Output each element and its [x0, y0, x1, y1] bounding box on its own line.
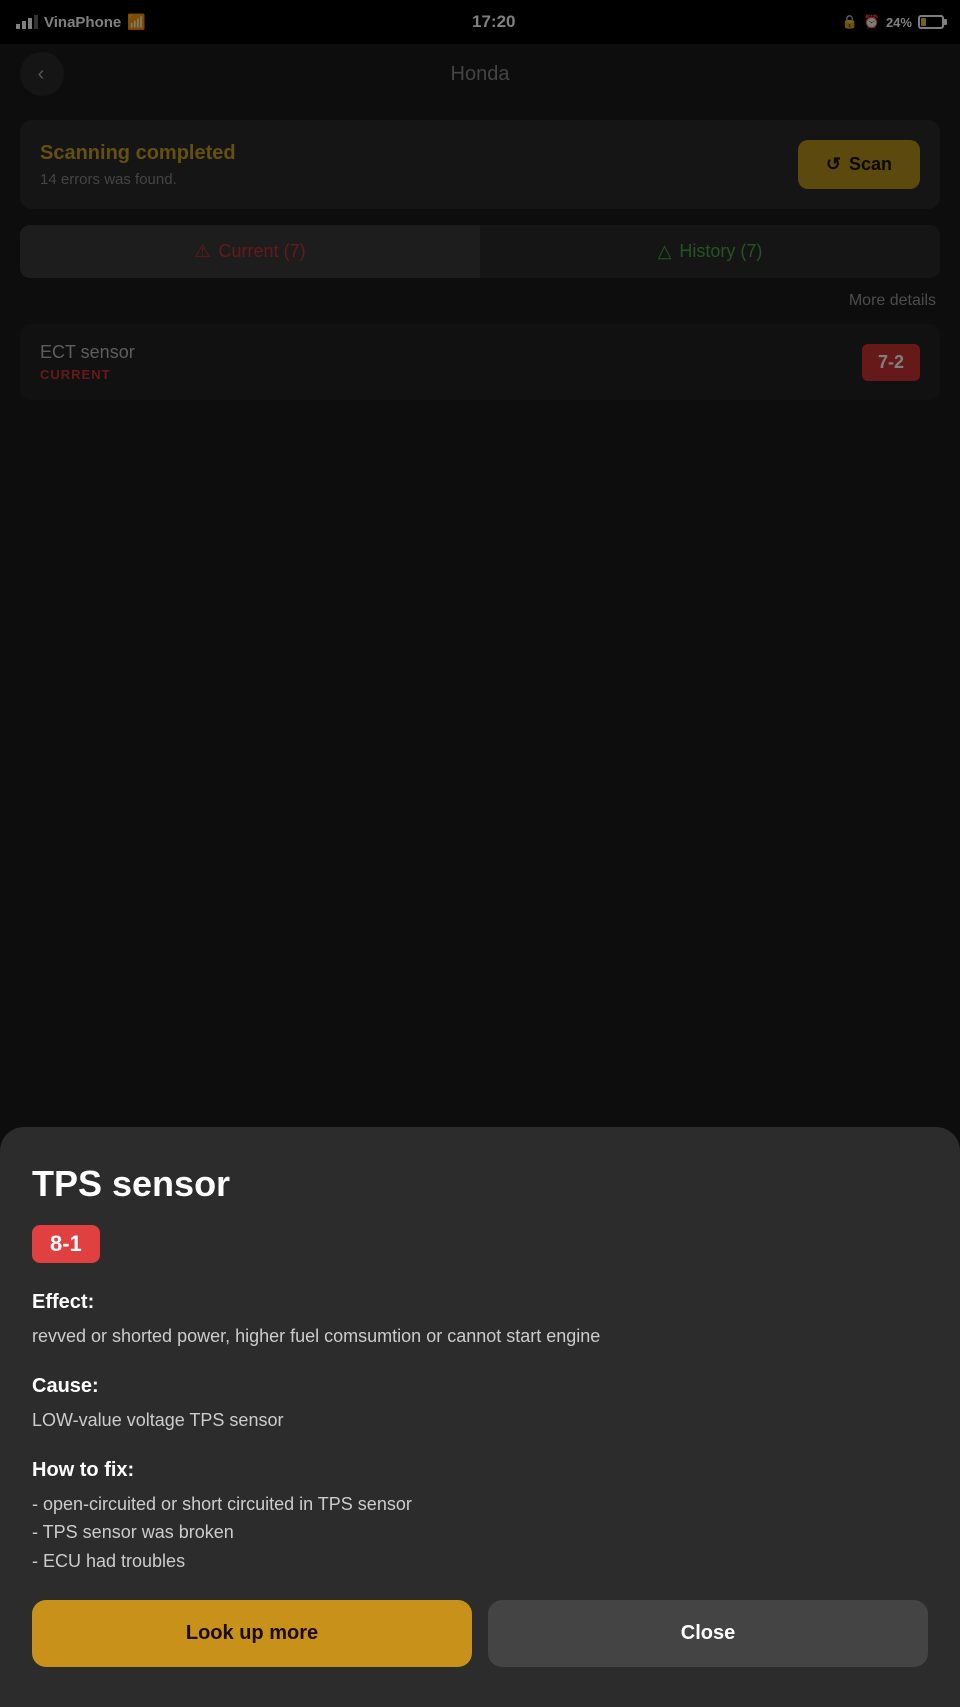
- sheet-actions: Look up more Close: [32, 1600, 928, 1667]
- bottom-sheet: TPS sensor 8-1 Effect: revved or shorted…: [0, 1127, 960, 1707]
- fix-body: - open-circuited or short circuited in T…: [32, 1490, 928, 1576]
- cause-body: LOW-value voltage TPS sensor: [32, 1406, 928, 1435]
- sheet-code-badge: 8-1: [32, 1225, 100, 1263]
- cause-heading: Cause:: [32, 1375, 928, 1398]
- effect-heading: Effect:: [32, 1291, 928, 1314]
- sheet-sensor-title: TPS sensor: [32, 1163, 928, 1205]
- close-button[interactable]: Close: [488, 1600, 928, 1667]
- lookup-button[interactable]: Look up more: [32, 1600, 472, 1667]
- fix-heading: How to fix:: [32, 1459, 928, 1482]
- effect-body: revved or shorted power, higher fuel com…: [32, 1322, 928, 1351]
